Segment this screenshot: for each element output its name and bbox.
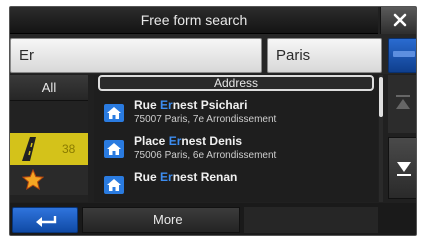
item-address: 75007 Paris, 7e Arrondissement: [134, 114, 277, 125]
title-bar: Free form search: [10, 7, 378, 34]
list-item[interactable]: Rue Ernest Psichari 75007 Paris, 7e Arro…: [94, 95, 378, 129]
list-item[interactable]: Rue Ernest Renan: [94, 167, 378, 201]
arrow-up-icon: [396, 95, 410, 109]
back-arrow-icon: [36, 216, 57, 227]
house-icon: [104, 176, 124, 194]
list-header: Address: [98, 75, 374, 91]
tab-roads[interactable]: 38: [10, 133, 88, 165]
item-address: 75006 Paris, 6e Arrondissement: [134, 150, 277, 161]
scrollbar[interactable]: [379, 75, 383, 202]
scrollbar-thumb[interactable]: [379, 77, 383, 117]
page-title: Free form search: [140, 12, 248, 28]
category-tabs: All 38: [10, 75, 88, 202]
more-button[interactable]: More: [82, 207, 240, 233]
scroll-down-button[interactable]: [388, 137, 416, 199]
bottom-bar-spacer: [244, 207, 378, 233]
results-list: Address Rue Ernest Psichari 75007 Paris,…: [94, 75, 378, 202]
item-name: Rue Ernest Psichari: [134, 98, 248, 112]
scroll-up-button[interactable]: [388, 75, 416, 133]
close-button[interactable]: [380, 7, 416, 34]
back-button[interactable]: [12, 207, 78, 233]
search-button[interactable]: [388, 38, 416, 73]
search-icon: [393, 51, 415, 57]
road-count: 38: [62, 142, 76, 156]
search-input[interactable]: Er: [10, 38, 262, 73]
city-field[interactable]: Paris: [267, 38, 382, 73]
item-name: Rue Ernest Renan: [134, 170, 238, 184]
search-row: Er Paris: [10, 34, 416, 74]
arrow-down-icon: [397, 162, 411, 176]
more-button-label: More: [153, 212, 183, 227]
tab-favorites[interactable]: [10, 165, 88, 195]
close-icon: [393, 13, 407, 27]
house-icon: [104, 104, 124, 122]
house-icon: [104, 140, 124, 158]
navigation-screen: Free form search Er Paris All 38 Address…: [9, 6, 417, 236]
star-icon: [22, 169, 44, 191]
road-icon: [22, 137, 36, 161]
tab-all[interactable]: All: [10, 75, 88, 101]
tab-all-label: All: [41, 80, 57, 95]
item-name: Place Ernest Denis: [134, 134, 243, 148]
list-item[interactable]: Place Ernest Denis 75006 Paris, 6e Arron…: [94, 131, 378, 165]
bottom-bar: More: [10, 203, 416, 235]
